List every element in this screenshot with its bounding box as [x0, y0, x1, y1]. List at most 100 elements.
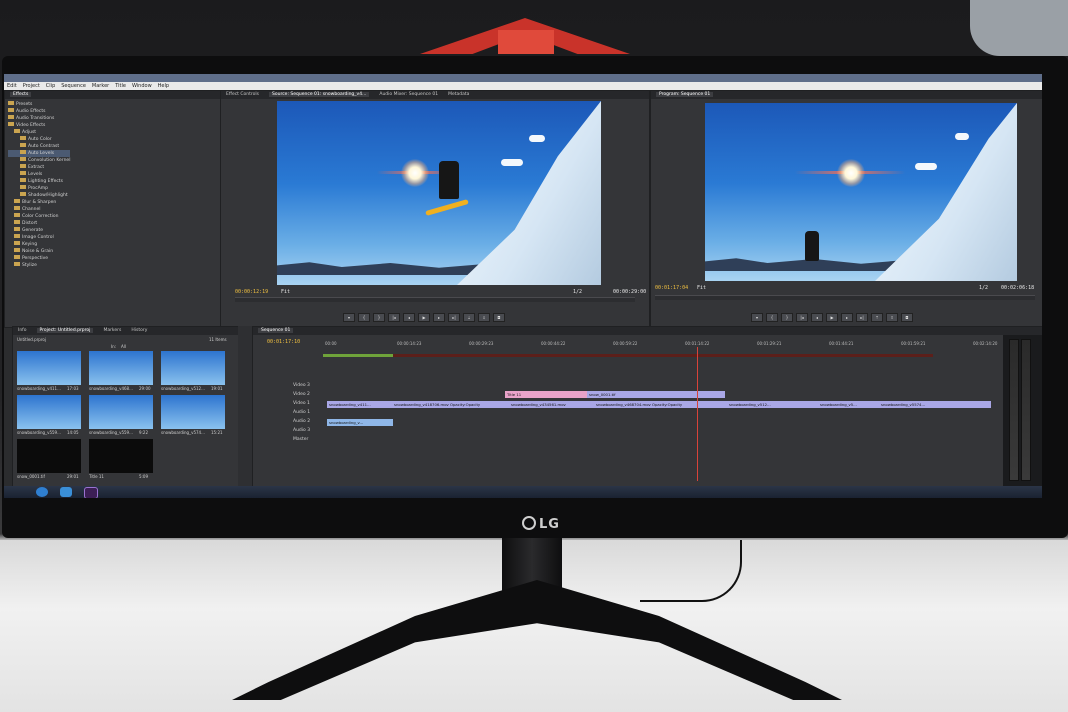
track-header[interactable]: Master: [293, 437, 308, 442]
project-item-thumbnail[interactable]: [17, 351, 81, 385]
step-forward-button[interactable]: ▸: [841, 313, 853, 322]
menu-item[interactable]: Project: [23, 83, 40, 89]
project-item-thumbnail[interactable]: [161, 351, 225, 385]
effects-tree-item[interactable]: Color Correction: [8, 213, 70, 220]
effects-tree-item[interactable]: Shadow/Highlight: [8, 192, 70, 199]
tab-source[interactable]: Effect Controls: [226, 92, 259, 97]
clip-video1[interactable]: snowboarding_v468704.mov Opacity:Opacity: [594, 401, 728, 408]
start-icon[interactable]: [36, 487, 48, 497]
effects-tree-item[interactable]: Blur & Sharpen: [8, 199, 70, 206]
tab-program[interactable]: Program: Sequence 01: [656, 92, 714, 97]
browser-icon[interactable]: [60, 487, 72, 497]
effects-tree-item[interactable]: Stylize: [8, 262, 70, 269]
clip-video1[interactable]: snowboarding_v418706.mov Opacity:Opacity: [392, 401, 510, 408]
tab-sequence[interactable]: Sequence 01: [258, 328, 294, 333]
effects-tree-item[interactable]: Noise & Grain: [8, 248, 70, 255]
play-button[interactable]: ▶: [826, 313, 838, 322]
menu-item[interactable]: Help: [158, 83, 169, 89]
effects-tree-item[interactable]: Channel: [8, 206, 70, 213]
program-timecode-in[interactable]: 00:01:17:04: [655, 285, 688, 291]
effects-tree-item[interactable]: Lighting Effects: [8, 178, 70, 185]
export-frame-button[interactable]: ◘: [493, 313, 505, 322]
export-frame-button[interactable]: ◘: [901, 313, 913, 322]
clip-still[interactable]: snow_0001.tif: [587, 391, 725, 398]
effects-tree-item[interactable]: Levels: [8, 171, 70, 178]
source-timecode-in[interactable]: 00:00:12:19: [235, 289, 268, 295]
premiere-icon[interactable]: [84, 487, 98, 498]
menu-item[interactable]: Clip: [46, 83, 55, 89]
clip-video1[interactable]: snowboarding_v411...: [327, 401, 393, 408]
track-header[interactable]: Video 2: [293, 392, 310, 397]
tab-effects[interactable]: Effects: [10, 92, 32, 97]
effects-tree-item[interactable]: Convolution Kernel: [8, 157, 70, 164]
project-item-thumbnail[interactable]: [89, 351, 153, 385]
effects-tree-item[interactable]: Auto Levels: [8, 150, 71, 157]
go-to-in-button[interactable]: |◂: [796, 313, 808, 322]
effects-tree-item[interactable]: Perspective: [8, 255, 70, 262]
marker-button[interactable]: ▾: [751, 313, 763, 322]
effects-tree-item[interactable]: Auto Color: [8, 136, 70, 143]
tab-source[interactable]: Metadata: [448, 92, 469, 97]
program-scrubber[interactable]: [655, 295, 1035, 300]
track-header[interactable]: Video 3: [293, 383, 310, 388]
clip-video1[interactable]: snowboarding_v434561.mov: [509, 401, 595, 408]
effects-tree-item[interactable]: Audio Transitions: [8, 115, 70, 122]
effects-tree-item[interactable]: Image Control: [8, 234, 70, 241]
effects-tree-item[interactable]: Adjust: [8, 129, 70, 136]
effects-tree-item[interactable]: Video Effects: [8, 122, 70, 129]
clip-video1[interactable]: snowboarding_v512...: [727, 401, 819, 408]
mark-in-button[interactable]: {: [766, 313, 778, 322]
track-header[interactable]: Video 1: [293, 401, 310, 406]
project-item-thumbnail[interactable]: [89, 395, 153, 429]
tab-project[interactable]: Project: Untitled.prproj: [36, 328, 94, 333]
project-item-thumbnail[interactable]: [17, 395, 81, 429]
effects-tree-item[interactable]: Extract: [8, 164, 70, 171]
track-header[interactable]: Audio 1: [293, 410, 310, 415]
effects-tree-item[interactable]: Audio Effects: [8, 108, 70, 115]
mark-out-button[interactable]: }: [373, 313, 385, 322]
extract-button[interactable]: ⇧: [886, 313, 898, 322]
step-back-button[interactable]: ◂: [403, 313, 415, 322]
effects-tree-item[interactable]: Distort: [8, 220, 70, 227]
tab-source[interactable]: Audio Mixer: Sequence 01: [379, 92, 438, 97]
go-to-in-button[interactable]: |◂: [388, 313, 400, 322]
step-forward-button[interactable]: ▸: [433, 313, 445, 322]
effects-tree-item[interactable]: Generate: [8, 227, 70, 234]
mark-out-button[interactable]: }: [781, 313, 793, 322]
menu-item[interactable]: Title: [115, 83, 126, 89]
source-zoom-select[interactable]: 1/2: [573, 289, 582, 295]
project-item-thumbnail[interactable]: [89, 439, 153, 473]
go-to-out-button[interactable]: ▸|: [448, 313, 460, 322]
program-zoom-select[interactable]: 1/2: [979, 285, 988, 291]
overwrite-button[interactable]: ⇩: [478, 313, 490, 322]
effects-tree-item[interactable]: Keying: [8, 241, 70, 248]
tab-project[interactable]: Markers: [103, 328, 121, 333]
playhead[interactable]: [697, 347, 698, 481]
project-item-thumbnail[interactable]: [161, 395, 225, 429]
go-to-out-button[interactable]: ▸|: [856, 313, 868, 322]
tab-project[interactable]: History: [131, 328, 147, 333]
clip-video1[interactable]: snowboarding_v5574...: [879, 401, 991, 408]
track-header[interactable]: Audio 3: [293, 428, 310, 433]
menu-item[interactable]: Marker: [92, 83, 109, 89]
menu-item[interactable]: Sequence: [61, 83, 86, 89]
play-button[interactable]: ▶: [418, 313, 430, 322]
effects-tree-item[interactable]: Auto Contrast: [8, 143, 70, 150]
clip-title[interactable]: Title 11: [505, 391, 589, 398]
project-in-select[interactable]: All: [121, 344, 126, 349]
lift-button[interactable]: ⇡: [871, 313, 883, 322]
tab-source[interactable]: Source: Sequence 01: snowboarding_v4...: [269, 92, 370, 97]
program-fit-select[interactable]: Fit: [697, 285, 706, 291]
menu-item[interactable]: Window: [132, 83, 152, 89]
clip-audio1[interactable]: snowboarding_v...: [327, 419, 393, 426]
clip-video1[interactable]: snowboarding_v5...: [818, 401, 880, 408]
source-fit-select[interactable]: Fit: [281, 289, 290, 295]
menu-item[interactable]: Edit: [7, 83, 17, 89]
effects-tree-item[interactable]: Presets: [8, 101, 70, 108]
tab-project[interactable]: Info: [18, 328, 27, 333]
track-header[interactable]: Audio 2: [293, 419, 310, 424]
source-scrubber[interactable]: [235, 297, 635, 302]
timeline-timecode[interactable]: 00:01:17:10: [267, 339, 300, 345]
mark-in-button[interactable]: {: [358, 313, 370, 322]
insert-button[interactable]: ⇣: [463, 313, 475, 322]
